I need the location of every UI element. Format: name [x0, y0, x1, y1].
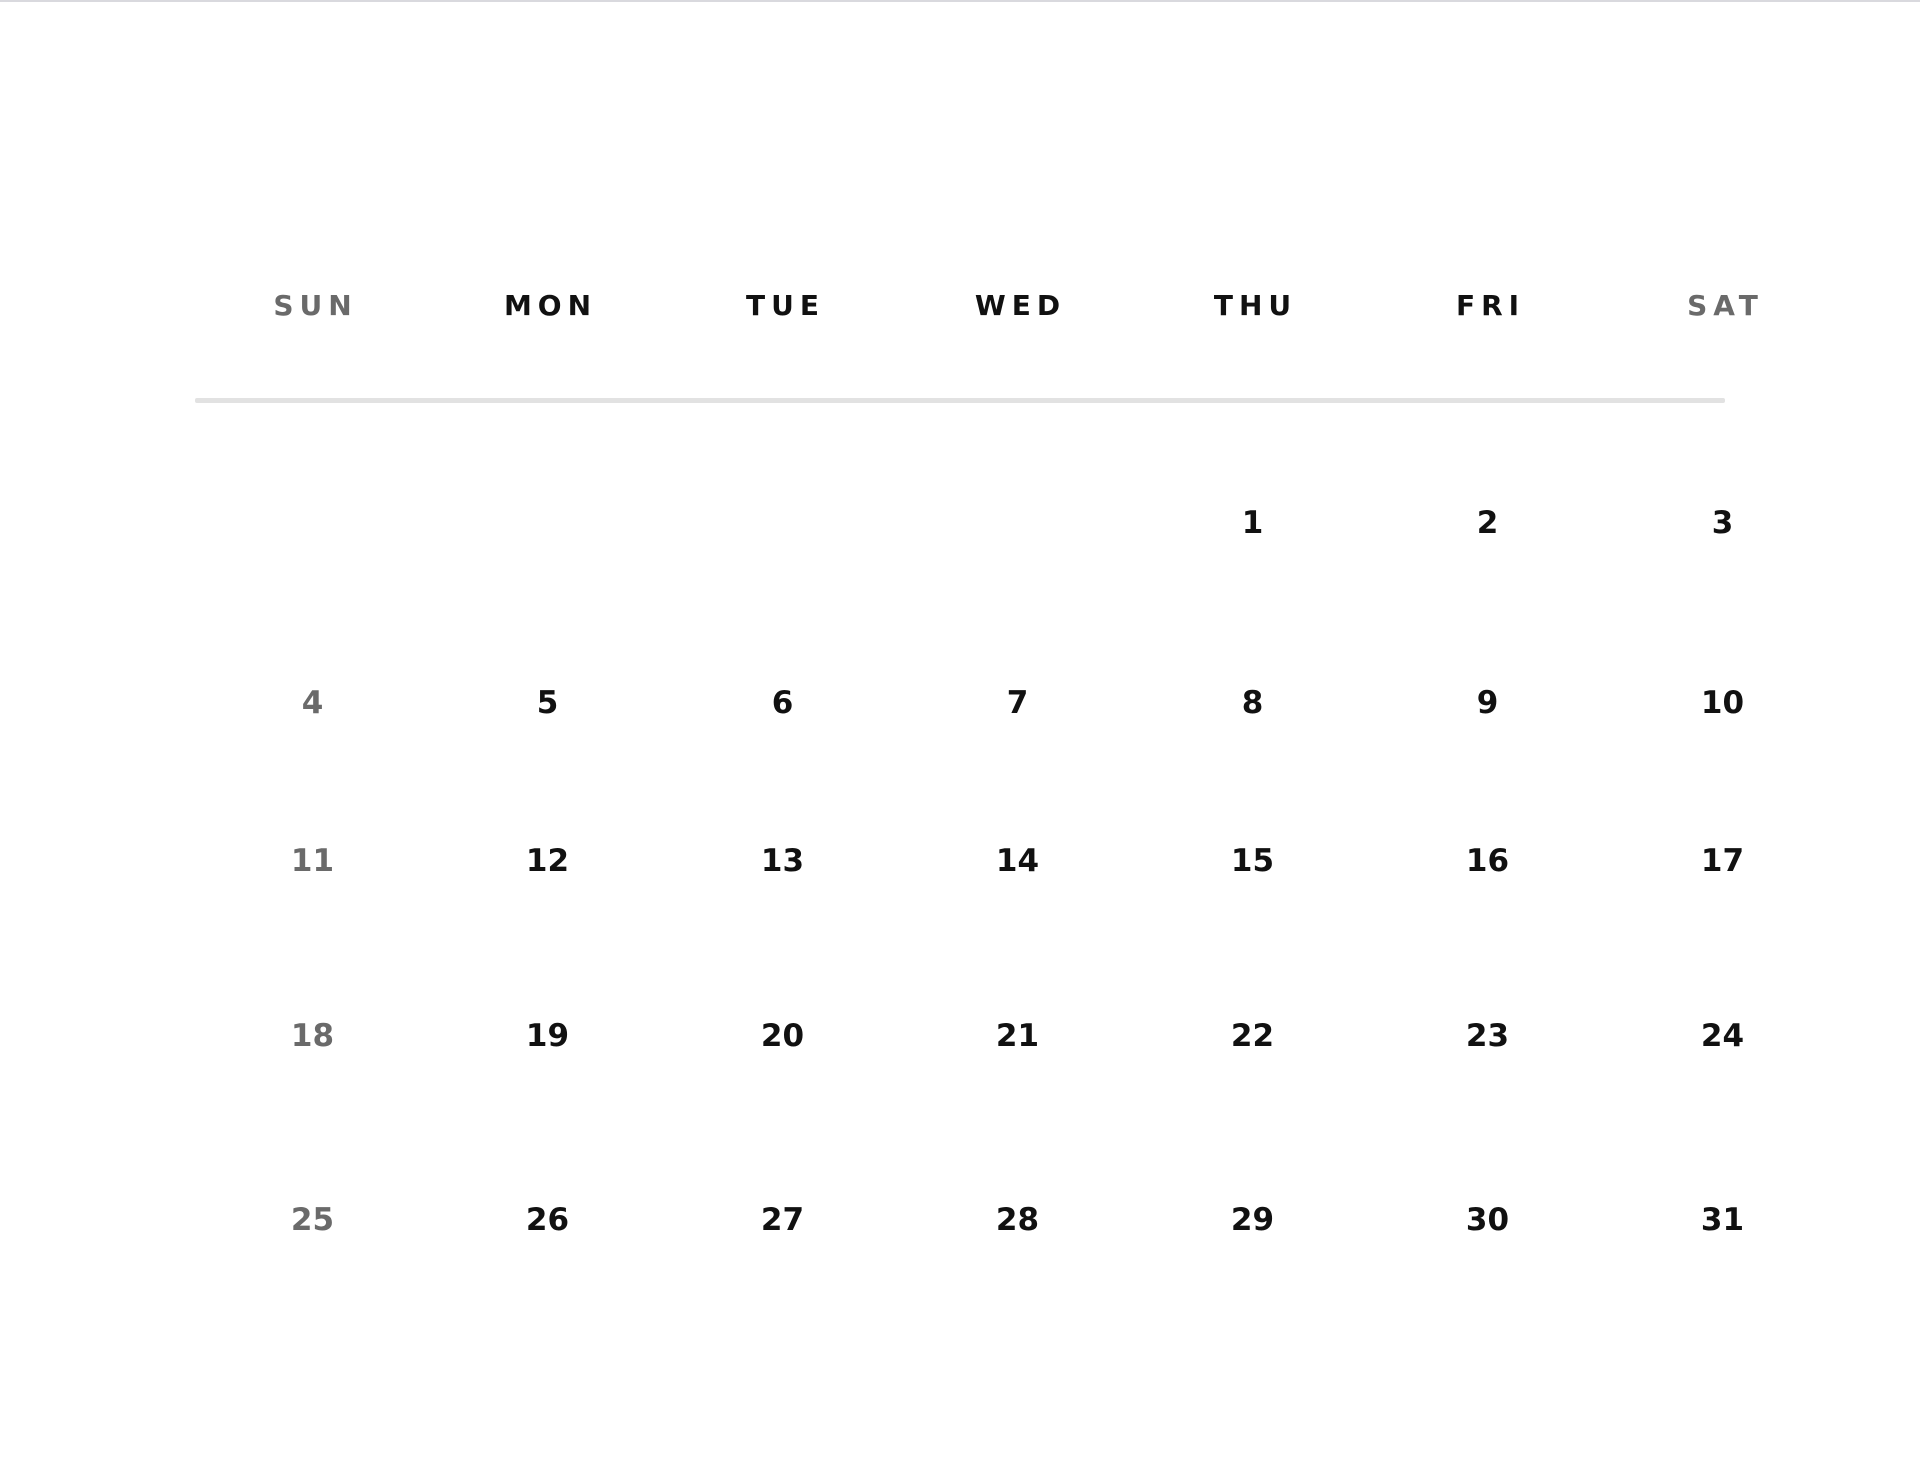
day-cell: 19: [525, 1018, 570, 1054]
week-row-1: 1 2 3: [195, 498, 1734, 548]
week-row-3: 11 12 13 14 15 16 17: [195, 836, 1744, 886]
day-cell: 25: [290, 1202, 335, 1238]
weekday-label-sat: SAT: [1687, 289, 1764, 322]
day-cell: 30: [1465, 1202, 1510, 1238]
day-cell: 16: [1465, 843, 1510, 879]
day-cell: 10: [1700, 685, 1745, 721]
day-cell: [195, 498, 430, 548]
day-cell: 9: [1476, 685, 1499, 721]
weekday-label-sun: SUN: [273, 289, 358, 322]
day-cell: [430, 498, 665, 548]
weekday-label-fri: FRI: [1455, 289, 1526, 322]
week-row-5: 25 26 27 28 29 30 31: [195, 1195, 1744, 1245]
header-divider: [195, 398, 1725, 403]
day-cell: 27: [760, 1202, 805, 1238]
day-cell: 29: [1230, 1202, 1275, 1238]
week-row-4: 18 19 20 21 22 23 24: [195, 1011, 1744, 1061]
weekday-label-mon: MON: [503, 289, 598, 322]
week-row-2: 4 5 6 7 8 9 10: [195, 678, 1744, 728]
day-cell: 11: [290, 843, 335, 879]
day-cell: 31: [1700, 1202, 1745, 1238]
day-cell: 6: [771, 685, 794, 721]
weekday-label-wed: WED: [974, 289, 1067, 322]
day-cell: 15: [1230, 843, 1275, 879]
day-cell: 21: [995, 1018, 1040, 1054]
weekday-header-row: SUN MON TUE WED THU FRI SAT: [195, 282, 1758, 330]
day-cell: 2: [1476, 505, 1499, 541]
weekday-label-thu: THU: [1213, 289, 1298, 322]
weekday-label-tue: TUE: [746, 289, 825, 322]
day-cell: 4: [301, 685, 324, 721]
month-calendar: SUN MON TUE WED THU FRI SAT 1 2 3 4 5 6 …: [195, 2, 1758, 1484]
day-cell: 20: [760, 1018, 805, 1054]
day-cell: 13: [760, 843, 805, 879]
day-cell: 5: [536, 685, 559, 721]
day-cell: 28: [995, 1202, 1040, 1238]
day-cell: 24: [1700, 1018, 1745, 1054]
day-cell: 8: [1241, 685, 1264, 721]
day-cell: 3: [1711, 505, 1734, 541]
day-cell: 14: [995, 843, 1040, 879]
day-cell: 12: [525, 843, 570, 879]
day-cell: 26: [525, 1202, 570, 1238]
day-cell: 23: [1465, 1018, 1510, 1054]
day-cell: 18: [290, 1018, 335, 1054]
day-cell: 1: [1241, 505, 1264, 541]
day-cell: [900, 498, 1135, 548]
day-cell: 17: [1700, 843, 1745, 879]
calendar-page: SUN MON TUE WED THU FRI SAT 1 2 3 4 5 6 …: [0, 0, 1920, 1484]
day-cell: 7: [1006, 685, 1029, 721]
day-cell: 22: [1230, 1018, 1275, 1054]
day-cell: [665, 498, 900, 548]
